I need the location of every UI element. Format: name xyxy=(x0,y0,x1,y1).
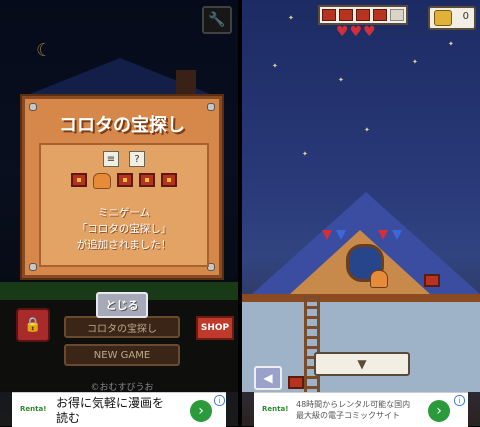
coin-counter: 0 xyxy=(428,6,476,30)
ad-banner-left[interactable]: Renta! お得に気軽に漫画を 読む › i xyxy=(12,392,226,427)
treasure-chest[interactable] xyxy=(424,274,440,287)
message-line: ミニゲーム xyxy=(97,207,151,219)
ad-info-icon[interactable]: i xyxy=(214,395,225,406)
star-icon: ✦ xyxy=(338,76,344,84)
shop-button[interactable]: SHOP xyxy=(196,316,234,340)
collected-chest-icon xyxy=(373,9,387,21)
locked-item-button[interactable]: 🔒 xyxy=(16,308,50,342)
note-icon: ≡ xyxy=(103,151,119,167)
star-icon: ✦ xyxy=(412,58,418,66)
star-icon: ✦ xyxy=(272,62,278,70)
ad-banner-right[interactable]: Renta! 48時間からレンタル可能な国内 最大級の電子コミックサイト › i xyxy=(254,392,468,427)
bunting-flag xyxy=(392,230,402,240)
ad-text-line: 読む xyxy=(56,411,81,425)
bunting-flag xyxy=(378,230,388,240)
ad-arrow-button[interactable]: › xyxy=(428,400,450,422)
star-icon: ✦ xyxy=(302,150,308,158)
message-line: が追加されました！ xyxy=(76,239,172,251)
ad-text-line: 48時間からレンタル可能な国内 xyxy=(296,400,411,409)
arrow-left-icon: ◀ xyxy=(263,371,273,385)
bolt-icon xyxy=(29,263,37,271)
collected-chest-icon xyxy=(356,9,370,21)
ladder xyxy=(304,296,320,392)
treasure-chest-icon xyxy=(139,173,155,187)
back-button[interactable]: ◀ xyxy=(254,366,282,390)
right-game-screen: ✦ ✦ ✦ ✦ ✦ ✦ ✦ ♥♥♥ 0 ▼ ◀ xyxy=(242,0,480,426)
treasure-hunt-menu-button[interactable]: コロタの宝探し xyxy=(64,316,180,338)
close-label: とじる xyxy=(105,299,139,312)
collected-chests-bar xyxy=(318,5,408,25)
dog-character[interactable] xyxy=(370,270,388,288)
lock-icon: 🔒 xyxy=(24,317,42,333)
chevron-down-icon: ▼ xyxy=(357,357,367,371)
chest-row xyxy=(41,173,207,189)
dialog-content-panel: ≡ ? ミニゲーム 「コロタの宝探し」 が追加されました！ xyxy=(39,143,209,267)
treasure-chest-icon xyxy=(117,173,133,187)
heart-icon: ♥ xyxy=(336,24,350,40)
heart-icon: ♥ xyxy=(363,24,377,40)
left-game-screen: ☾ 🔧 🔒 コロタの宝探し NEW GAME SHOP ©おむすびうお コロタの… xyxy=(0,0,238,426)
star-icon: ✦ xyxy=(448,40,454,48)
ad-logo: Renta! xyxy=(262,405,289,413)
coin-icon xyxy=(434,10,452,26)
ad-arrow-button[interactable]: › xyxy=(190,400,212,422)
dialog-message: ミニゲーム 「コロタの宝探し」 が追加されました！ xyxy=(41,205,207,253)
collected-chest-icon xyxy=(339,9,353,21)
unknown-icon: ? xyxy=(129,151,145,167)
star-icon: ✦ xyxy=(288,14,294,22)
coin-count: 0 xyxy=(462,11,469,22)
bolt-icon xyxy=(207,103,215,111)
ad-text: 48時間からレンタル可能な国内 最大級の電子コミックサイト xyxy=(296,399,426,421)
attic-floor xyxy=(242,294,480,302)
treasure-chest-icon xyxy=(71,173,87,187)
scroll-down-button[interactable]: ▼ xyxy=(314,352,410,376)
ad-text: お得に気軽に漫画を 読む xyxy=(56,396,188,426)
shop-label: SHOP xyxy=(200,323,230,333)
star-icon: ✦ xyxy=(364,126,370,134)
treasure-chest-icon xyxy=(161,173,177,187)
collected-chest-icon xyxy=(322,9,336,21)
ad-text-line: お得に気軽に漫画を xyxy=(56,396,165,410)
message-line: 「コロタの宝探し」 xyxy=(76,223,172,235)
treasure-chest[interactable] xyxy=(288,376,304,389)
bunting-flag xyxy=(322,230,332,240)
bolt-icon xyxy=(29,103,37,111)
dialog-title: コロタの宝探し xyxy=(59,115,185,136)
ad-text-line: 最大級の電子コミックサイト xyxy=(296,411,400,420)
treasure-hunt-menu-label: コロタの宝探し xyxy=(87,323,157,335)
minigame-unlocked-dialog: コロタの宝探し ≡ ? ミニゲーム 「コロタの宝探し」 が追加されました！ xyxy=(22,96,222,278)
ad-logo: Renta! xyxy=(20,405,47,413)
ad-info-icon[interactable]: i xyxy=(454,395,465,406)
empty-chest-slot xyxy=(390,9,404,21)
dog-character-icon xyxy=(93,173,111,189)
close-dialog-button[interactable]: とじる xyxy=(96,292,148,318)
new-game-button[interactable]: NEW GAME xyxy=(64,344,180,366)
heart-icon: ♥ xyxy=(349,24,364,40)
hearts-display: ♥♥♥ xyxy=(336,24,377,40)
bunting-flag xyxy=(336,230,346,240)
hint-icon-row: ≡ ? xyxy=(41,151,207,167)
new-game-label: NEW GAME xyxy=(93,349,151,361)
